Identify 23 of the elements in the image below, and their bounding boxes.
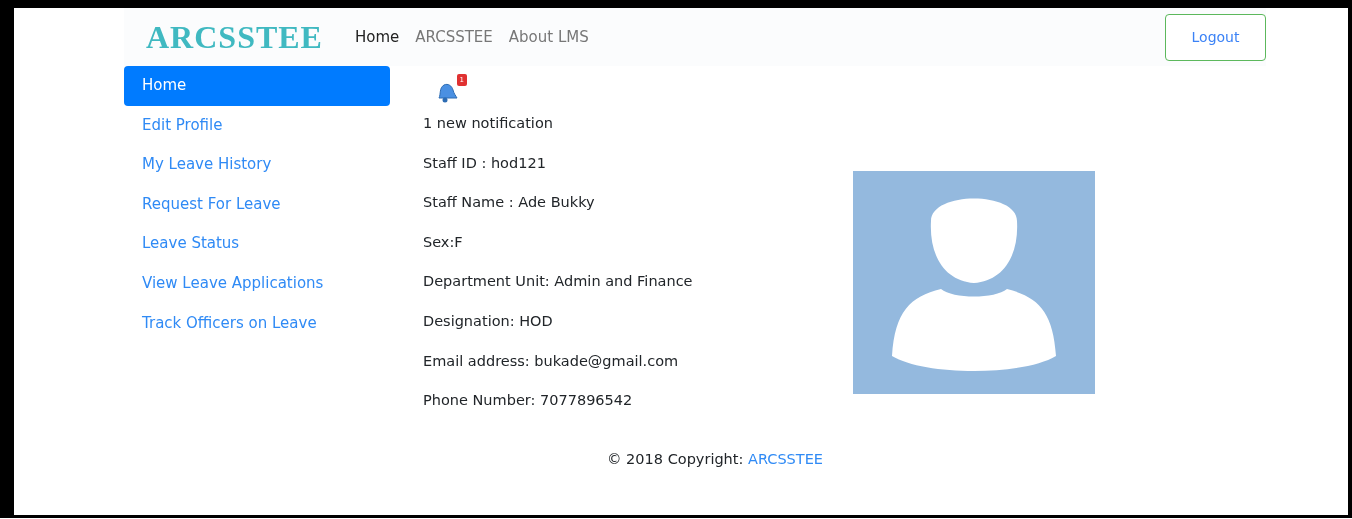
- logout-button[interactable]: Logout: [1165, 13, 1266, 61]
- sidebar-item[interactable]: Edit Profile: [124, 105, 390, 146]
- sidebar-item[interactable]: Home: [124, 66, 390, 106]
- nav-link[interactable]: ARCSSTEE: [415, 25, 493, 49]
- profile-field: Department Unit: Admin and Finance: [423, 262, 853, 302]
- sidebar-item[interactable]: Track Officers on Leave: [124, 303, 390, 344]
- sidebar-item[interactable]: Leave Status: [124, 224, 390, 264]
- profile-field: Staff Name : Ade Bukky: [423, 183, 853, 223]
- profile-field: Sex:F: [423, 222, 853, 263]
- brand-logo[interactable]: ARCSSTEE: [146, 13, 323, 61]
- profile-field: Phone Number: 7077896542: [423, 381, 853, 421]
- sidebar-item[interactable]: My Leave History: [124, 145, 390, 185]
- sidebar-item[interactable]: Request For Leave: [124, 184, 390, 225]
- sidebar-item[interactable]: View Leave Applications: [124, 263, 390, 304]
- nav-link[interactable]: About LMS: [508, 25, 589, 49]
- profile-field: Email address: bukade@gmail.com: [423, 341, 853, 382]
- footer-link[interactable]: ARCSSTEE: [748, 450, 823, 467]
- copyright-text: © 2018 Copyright: ARCSSTEE: [607, 450, 823, 467]
- avatar-icon: [853, 171, 1095, 394]
- nav-link[interactable]: Home: [354, 25, 400, 49]
- notification-text: 1 new notification: [423, 114, 554, 133]
- profile-field: Staff ID : hod121: [423, 143, 853, 184]
- profile-field: Designation: HOD: [423, 301, 853, 342]
